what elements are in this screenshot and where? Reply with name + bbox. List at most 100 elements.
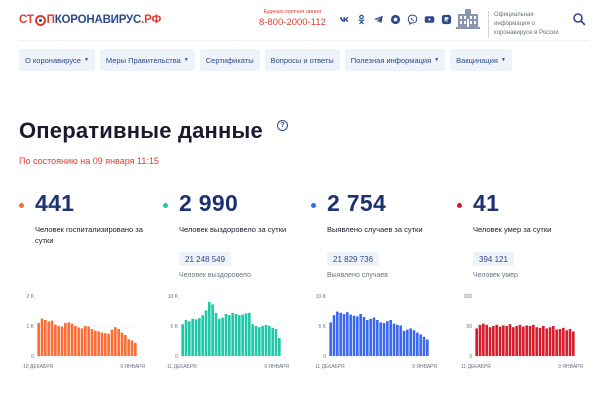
- chart-bar[interactable]: [512, 327, 515, 356]
- chart-bar[interactable]: [107, 333, 110, 356]
- chart-bar[interactable]: [248, 312, 251, 356]
- chart-bar[interactable]: [366, 320, 369, 356]
- chart-bar[interactable]: [94, 330, 97, 357]
- chart-bar[interactable]: [528, 326, 532, 356]
- chart-bar[interactable]: [565, 330, 568, 356]
- nav-item-government-measures[interactable]: Меры Правительства ▼: [99, 49, 195, 71]
- chart-bar[interactable]: [70, 323, 74, 356]
- chart-bar[interactable]: [422, 336, 426, 356]
- chart-bar[interactable]: [386, 321, 389, 356]
- chart-bar[interactable]: [40, 318, 44, 357]
- chart-bar[interactable]: [204, 310, 208, 356]
- chart-bar[interactable]: [258, 327, 261, 356]
- nav-item-about[interactable]: О коронавирусе ▼: [19, 49, 95, 71]
- chart-bar[interactable]: [502, 325, 505, 356]
- chart-bar[interactable]: [349, 314, 352, 356]
- chart-bar[interactable]: [545, 328, 548, 356]
- chart-bar[interactable]: [352, 315, 356, 356]
- chart-bar[interactable]: [234, 314, 238, 356]
- chart-bar[interactable]: [532, 324, 535, 356]
- chart-bar[interactable]: [515, 326, 518, 356]
- chart-bar[interactable]: [191, 318, 194, 356]
- chart-bar[interactable]: [120, 332, 124, 356]
- chart-bar[interactable]: [518, 324, 522, 356]
- chart-bar[interactable]: [80, 328, 84, 356]
- chart-bar[interactable]: [181, 324, 184, 356]
- nav-item-useful-info[interactable]: Полезная информация ▼: [344, 49, 446, 71]
- chart-bar[interactable]: [342, 314, 346, 356]
- chart-bar[interactable]: [77, 327, 80, 357]
- chart-bar[interactable]: [558, 329, 562, 356]
- chart-bar[interactable]: [482, 323, 485, 356]
- chart-bar[interactable]: [406, 329, 409, 356]
- chart-bar[interactable]: [498, 326, 502, 356]
- chart-bar[interactable]: [329, 322, 332, 356]
- youtube-icon[interactable]: [424, 14, 435, 25]
- chart-bar[interactable]: [268, 326, 271, 356]
- chart-bar[interactable]: [127, 339, 130, 356]
- chart-bar[interactable]: [478, 324, 482, 356]
- chart-bar[interactable]: [37, 323, 40, 356]
- chart-bar[interactable]: [211, 304, 214, 356]
- chart-bar[interactable]: [57, 326, 60, 356]
- chart-bar[interactable]: [332, 315, 336, 356]
- chart-bar[interactable]: [50, 320, 54, 356]
- chart-bar[interactable]: [74, 326, 77, 356]
- chart-bar[interactable]: [495, 324, 498, 356]
- chart-bar[interactable]: [274, 329, 278, 356]
- nav-item-faq[interactable]: Вопросы и ответы: [264, 49, 340, 71]
- help-icon[interactable]: ?: [277, 120, 288, 131]
- chart-bar[interactable]: [508, 324, 512, 356]
- chart-bar[interactable]: [339, 312, 342, 356]
- chart-bar[interactable]: [416, 332, 419, 356]
- chart-bar[interactable]: [369, 318, 372, 356]
- chart-bar[interactable]: [64, 323, 67, 356]
- chart-bar[interactable]: [124, 335, 127, 356]
- nav-item-vaccination[interactable]: Вакцинация ▼: [450, 49, 512, 71]
- chart-bar[interactable]: [134, 342, 137, 356]
- rutube-icon[interactable]: [441, 14, 452, 25]
- chart-bar[interactable]: [97, 331, 100, 356]
- chart-bar[interactable]: [184, 320, 188, 356]
- chart-bar[interactable]: [54, 324, 57, 357]
- chart-bar[interactable]: [251, 324, 254, 356]
- chart-bar[interactable]: [359, 314, 362, 356]
- chart-bar[interactable]: [130, 340, 134, 356]
- chart-bar[interactable]: [568, 329, 572, 356]
- chart-bar[interactable]: [542, 326, 545, 356]
- chart-bar[interactable]: [548, 327, 552, 356]
- chart-bar[interactable]: [224, 314, 228, 356]
- chart-bar[interactable]: [409, 328, 412, 356]
- chart-bar[interactable]: [346, 312, 349, 356]
- chart-bar[interactable]: [238, 315, 241, 356]
- chart-bar[interactable]: [412, 330, 416, 356]
- chart-bar[interactable]: [188, 321, 191, 356]
- chart-bar[interactable]: [114, 327, 117, 356]
- chart-bar[interactable]: [362, 317, 366, 356]
- chart-bar[interactable]: [67, 322, 70, 356]
- chart-bar[interactable]: [264, 324, 268, 356]
- chart-bar[interactable]: [555, 329, 558, 356]
- chart-bar[interactable]: [399, 325, 402, 356]
- chart-bar[interactable]: [60, 326, 64, 356]
- chart-bar[interactable]: [117, 329, 120, 356]
- chart-bar[interactable]: [194, 319, 198, 356]
- viber-icon[interactable]: [407, 14, 418, 25]
- chart-bar[interactable]: [485, 324, 488, 356]
- site-logo[interactable]: СТ П КОРОНАВИРУС .РФ: [19, 14, 161, 26]
- chart-bar[interactable]: [244, 313, 248, 356]
- chart-bar[interactable]: [389, 320, 392, 356]
- chart-bar[interactable]: [562, 327, 565, 356]
- chart-bar[interactable]: [261, 326, 264, 356]
- chart-bar[interactable]: [522, 326, 525, 356]
- chart-bar[interactable]: [254, 326, 258, 356]
- chart-bar[interactable]: [214, 312, 218, 356]
- chart-bar[interactable]: [402, 330, 406, 356]
- chart-bar[interactable]: [221, 317, 224, 356]
- chart-bar[interactable]: [104, 333, 107, 356]
- chart-bar[interactable]: [201, 315, 204, 356]
- chart-bar[interactable]: [110, 329, 114, 356]
- chart-bar[interactable]: [241, 314, 244, 356]
- chart-bar[interactable]: [475, 328, 478, 356]
- chart-bar[interactable]: [208, 302, 211, 356]
